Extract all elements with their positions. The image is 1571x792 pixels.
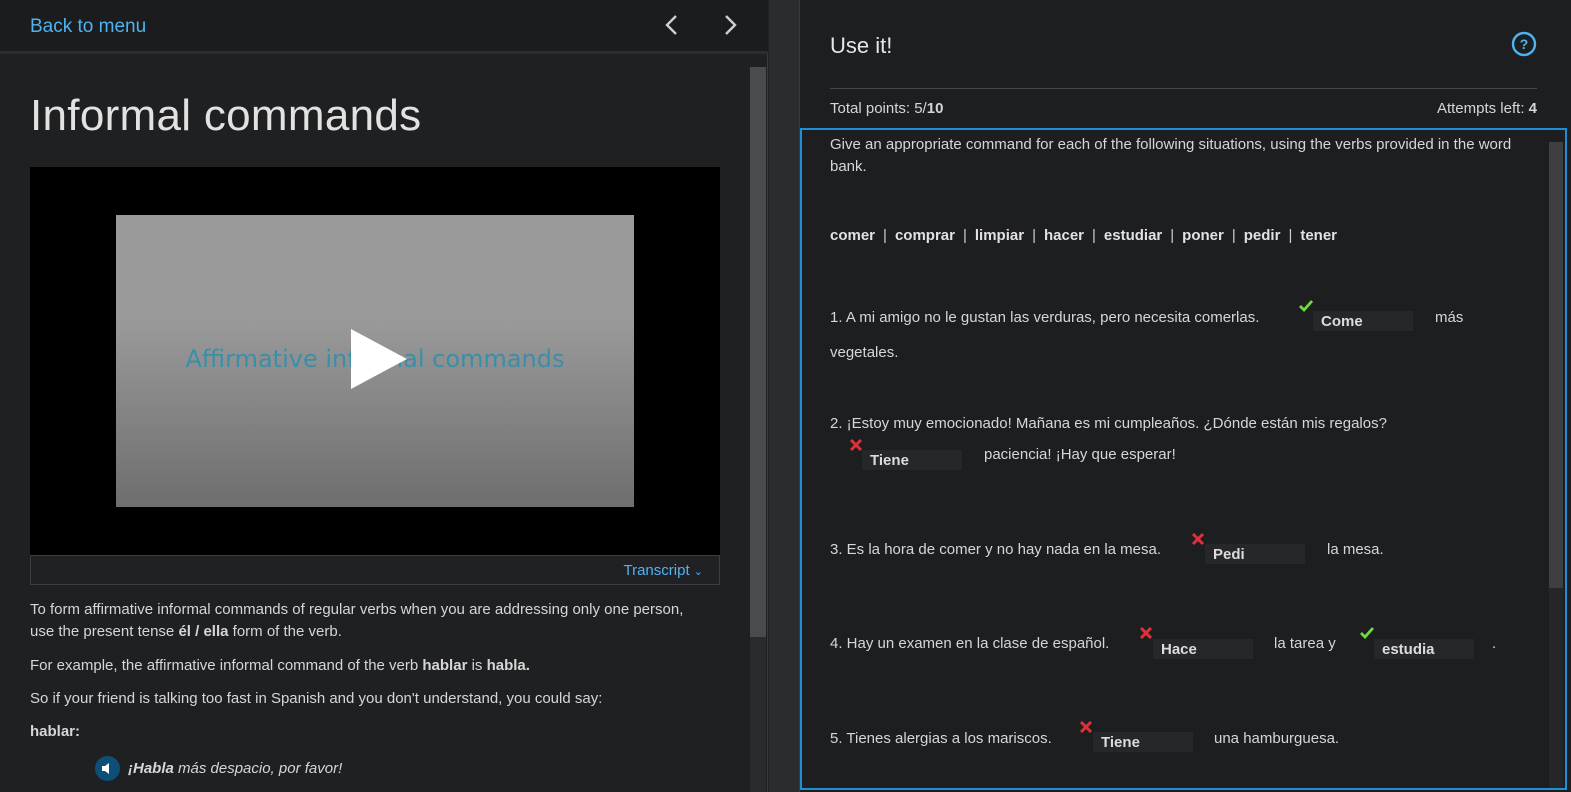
question-4-text: 4. Hay un examen en la clase de español.: [830, 635, 1110, 652]
chevron-right-icon: [725, 15, 737, 35]
verb-emphasis: hablar: [422, 657, 468, 674]
divider-line: [830, 88, 1537, 89]
word-bank: comer | comprar | limpiar | hacer | estudiar…: [830, 227, 1337, 244]
chevron-left-icon: [665, 15, 677, 35]
separator: |: [1231, 227, 1236, 244]
question-4-mid: la tarea y: [1274, 635, 1336, 652]
scenario-paragraph: So if your friend is talking too fast in…: [30, 690, 603, 707]
question-1-line2: vegetales.: [830, 344, 899, 361]
verb-label: hablar:: [30, 723, 81, 740]
example-text: ¡Habla más despacio, por favor!: [128, 760, 342, 777]
chevron-down-icon: ⌄: [693, 566, 703, 578]
word-bank-item: comer: [830, 227, 876, 244]
separator: |: [883, 227, 887, 244]
check-icon: [1360, 627, 1375, 640]
next-page-button[interactable]: [716, 12, 742, 38]
check-icon: [1299, 300, 1314, 313]
previous-page-button[interactable]: [660, 12, 686, 38]
app-root: Back to menu Informal commands Affirmati…: [0, 0, 1571, 792]
question-1-text: 1. A mi amigo no le gustan las verduras,…: [830, 309, 1260, 326]
activity-pane: Use it! ? Total points: 5/10 Attempts le…: [799, 0, 1571, 792]
question-3-after: la mesa.: [1327, 541, 1384, 558]
instructions: Give an appropriate command for each of …: [830, 136, 1512, 175]
separator: |: [1170, 227, 1175, 244]
separator: |: [962, 227, 967, 244]
lesson-title: Informal commands: [30, 91, 422, 140]
word-bank-item: pedir: [1243, 227, 1281, 244]
word-bank-item: poner: [1182, 227, 1224, 244]
separator: |: [1092, 227, 1096, 244]
speaker-icon: [102, 762, 109, 774]
pane-divider[interactable]: [769, 0, 799, 792]
paragraph-text: For example, the affirmative informal co…: [30, 657, 423, 674]
answer-3-input[interactable]: Pedi: [1205, 544, 1305, 564]
help-icon[interactable]: ?: [1511, 31, 1537, 57]
play-icon[interactable]: [349, 327, 409, 391]
answer-5-input[interactable]: Tiene: [1093, 732, 1193, 752]
word-bank-item: tener: [1300, 227, 1338, 244]
transcript-bar: Transcript ⌄: [30, 555, 720, 585]
question-4-end: .: [1492, 635, 1497, 652]
cross-icon: [1191, 532, 1205, 546]
answer-4a-input[interactable]: Hace: [1153, 639, 1253, 659]
paragraph-text: To form affirmative informal commands of…: [30, 601, 684, 640]
answer-2-input[interactable]: Tiene: [862, 450, 962, 470]
question-2-text: 2. ¡Estoy muy emocionado! Mañana es mi c…: [830, 415, 1387, 432]
question-5-text: 5. Tienes alergias a los mariscos.: [830, 730, 1052, 747]
points-label: Total points: 5/: [830, 100, 927, 117]
example-bold: ¡Habla: [128, 759, 174, 777]
separator: |: [1032, 227, 1036, 244]
cross-icon: [1079, 720, 1093, 734]
example-paragraph: For example, the affirmative informal co…: [30, 655, 710, 677]
svg-text:?: ?: [1520, 36, 1529, 52]
word-bank-item: hacer: [1043, 227, 1084, 244]
transcript-label: Transcript: [623, 562, 690, 579]
activity-area: Give an appropriate command for each of …: [800, 128, 1567, 790]
paragraph-emphasis: él / ella: [178, 623, 229, 640]
attempts-value: 4: [1528, 100, 1537, 117]
transcript-toggle[interactable]: Transcript ⌄: [623, 562, 703, 579]
word-bank-item: comprar: [894, 227, 955, 244]
separator: |: [1288, 227, 1293, 244]
example-rest: más despacio, por favor!: [173, 759, 343, 777]
attempts-label: Attempts left:: [1436, 100, 1529, 117]
explanation-paragraph: To form affirmative informal commands of…: [30, 599, 710, 643]
total-points: Total points: 5/10: [830, 100, 943, 117]
question-5-after: una hamburguesa.: [1214, 730, 1340, 747]
paragraph-text: is: [467, 657, 487, 674]
question-1-after: más: [1435, 309, 1464, 326]
paragraph-text: form of the verb.: [228, 623, 342, 640]
word-bank-item: limpiar: [974, 227, 1025, 244]
scrollbar-thumb[interactable]: [750, 67, 766, 637]
word-bank-item: estudiar: [1103, 227, 1163, 244]
lesson-pane: Back to menu Informal commands Affirmati…: [0, 0, 768, 792]
points-total: 10: [926, 100, 944, 117]
lesson-content: Informal commands Affirmative informal c…: [0, 57, 768, 792]
command-emphasis: habla.: [486, 657, 530, 674]
video-player[interactable]: Affirmative informal commands: [30, 167, 720, 555]
lesson-toolbar: Back to menu: [0, 0, 768, 54]
audio-button[interactable]: [95, 755, 120, 781]
answer-1-input[interactable]: Come: [1313, 311, 1413, 331]
attempts-left: Attempts left: 4: [1437, 100, 1537, 117]
question-3-text: 3. Es la hora de comer y no hay nada en …: [830, 541, 1162, 558]
activity-scrollbar-thumb[interactable]: [1549, 142, 1563, 588]
question-2-after: paciencia! ¡Hay que esperar!: [984, 446, 1176, 463]
example-sentence: ¡Habla más despacio, por favor!: [95, 755, 342, 781]
back-to-menu-link[interactable]: Back to menu: [30, 16, 146, 38]
activity-title: Use it!: [830, 33, 893, 58]
answer-4b-input[interactable]: estudia: [1374, 639, 1474, 659]
cross-icon: [1139, 626, 1153, 640]
